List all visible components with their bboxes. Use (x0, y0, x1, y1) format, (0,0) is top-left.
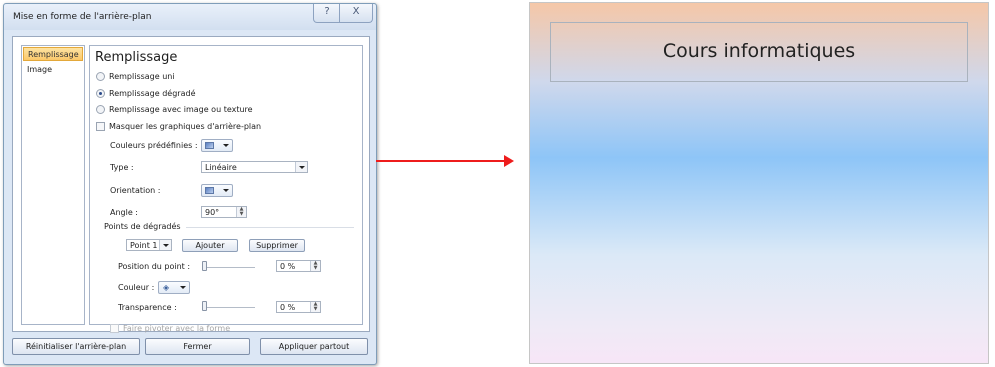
chevron-down-icon (223, 189, 229, 192)
panel-heading: Remplissage (95, 50, 178, 65)
gradient-stop-value: Point 1 (130, 241, 158, 250)
spinner-arrows-icon[interactable]: ▲ ▼ (310, 261, 320, 271)
stop-position-spinner[interactable]: 0 % ▲ ▼ (276, 260, 321, 272)
stop-position-label: Position du point : (118, 262, 191, 271)
dialog-titlebar: Mise en forme de l'arrière-plan ? X (4, 4, 376, 30)
picture-fill-label: Remplissage avec image ou texture (109, 105, 253, 114)
chevron-down-icon (223, 144, 229, 147)
orientation-label: Orientation : (110, 186, 161, 195)
transparency-spinner[interactable]: 0 % ▲ ▼ (276, 301, 321, 313)
nav-item-remplissage[interactable]: Remplissage (23, 47, 83, 61)
chevron-down-icon (295, 162, 307, 172)
category-list: Remplissage Image (21, 45, 85, 325)
apply-to-all-button[interactable]: Appliquer partout (260, 338, 368, 355)
angle-value: 90° (205, 208, 220, 217)
close-dialog-button[interactable]: Fermer (145, 338, 250, 355)
transparency-value: 0 % (280, 303, 296, 312)
solid-fill-radio[interactable] (96, 72, 105, 81)
nav-item-image[interactable]: Image (23, 63, 83, 77)
type-select[interactable]: Linéaire (201, 161, 308, 173)
preset-colors-dropdown[interactable] (201, 139, 233, 152)
gradient-stop-select[interactable]: Point 1 (126, 239, 172, 251)
hide-background-label: Masquer les graphiques d'arrière-plan (109, 122, 262, 131)
gradient-fill-label: Remplissage dégradé (109, 89, 196, 98)
picture-fill-radio[interactable] (96, 105, 105, 114)
chevron-down-icon (180, 286, 186, 289)
color-label: Couleur : (118, 283, 155, 292)
angle-label: Angle : (110, 208, 139, 217)
rotate-with-shape-label: Faire pivoter avec la forme (123, 324, 231, 333)
fill-panel: Remplissage Remplissage uni Remplissage … (89, 45, 363, 333)
transparency-slider-thumb[interactable] (202, 301, 207, 311)
spinner-arrows-icon[interactable]: ▲ ▼ (310, 302, 320, 312)
format-background-dialog: Mise en forme de l'arrière-plan ? X Remp… (3, 3, 377, 365)
gradient-fill-radio[interactable] (96, 89, 105, 98)
slide-title: Cours informatiques (662, 40, 856, 62)
dialog-title: Mise en forme de l'arrière-plan (13, 12, 152, 22)
color-dropdown[interactable]: ◈ (158, 281, 190, 294)
close-button[interactable]: X (339, 4, 373, 23)
dialog-body: Remplissage Image Remplissage Remplissag… (12, 36, 370, 333)
chevron-down-icon (159, 240, 171, 250)
orientation-dropdown[interactable] (201, 184, 233, 197)
stop-position-value: 0 % (280, 262, 296, 271)
slide-preview: Cours informatiques (529, 2, 989, 364)
type-value: Linéaire (205, 163, 237, 172)
arrow-line (376, 160, 506, 162)
add-stop-button[interactable]: Ajouter (182, 239, 238, 252)
gradient-swatch-icon (205, 142, 214, 149)
help-button[interactable]: ? (313, 4, 341, 23)
transparency-slider-track (203, 307, 255, 308)
paint-bucket-icon: ◈ (163, 283, 170, 292)
spinner-arrows-icon[interactable]: ▲ ▼ (236, 207, 246, 217)
preset-colors-label: Couleurs prédéfinies : (110, 141, 198, 150)
hide-background-checkbox[interactable] (96, 122, 105, 131)
gradient-swatch-icon (205, 187, 214, 194)
close-icon: X (352, 6, 360, 17)
remove-stop-button[interactable]: Supprimer (249, 239, 305, 252)
reset-background-button[interactable]: Réinitialiser l'arrière-plan (12, 338, 140, 355)
transparency-label: Transparence : (118, 303, 177, 312)
divider (186, 227, 354, 228)
angle-spinner[interactable]: 90° ▲ ▼ (201, 206, 247, 218)
arrow-head-icon (504, 155, 514, 167)
type-label: Type : (110, 163, 134, 172)
solid-fill-label: Remplissage uni (109, 72, 175, 81)
slide-title-placeholder[interactable]: Cours informatiques (550, 22, 968, 82)
stop-position-slider-track (203, 267, 255, 268)
help-icon: ? (324, 6, 330, 17)
rotate-with-shape-checkbox[interactable] (110, 324, 119, 333)
gradient-stops-label: Points de dégradés (104, 222, 181, 231)
stop-position-slider-thumb[interactable] (202, 261, 207, 271)
